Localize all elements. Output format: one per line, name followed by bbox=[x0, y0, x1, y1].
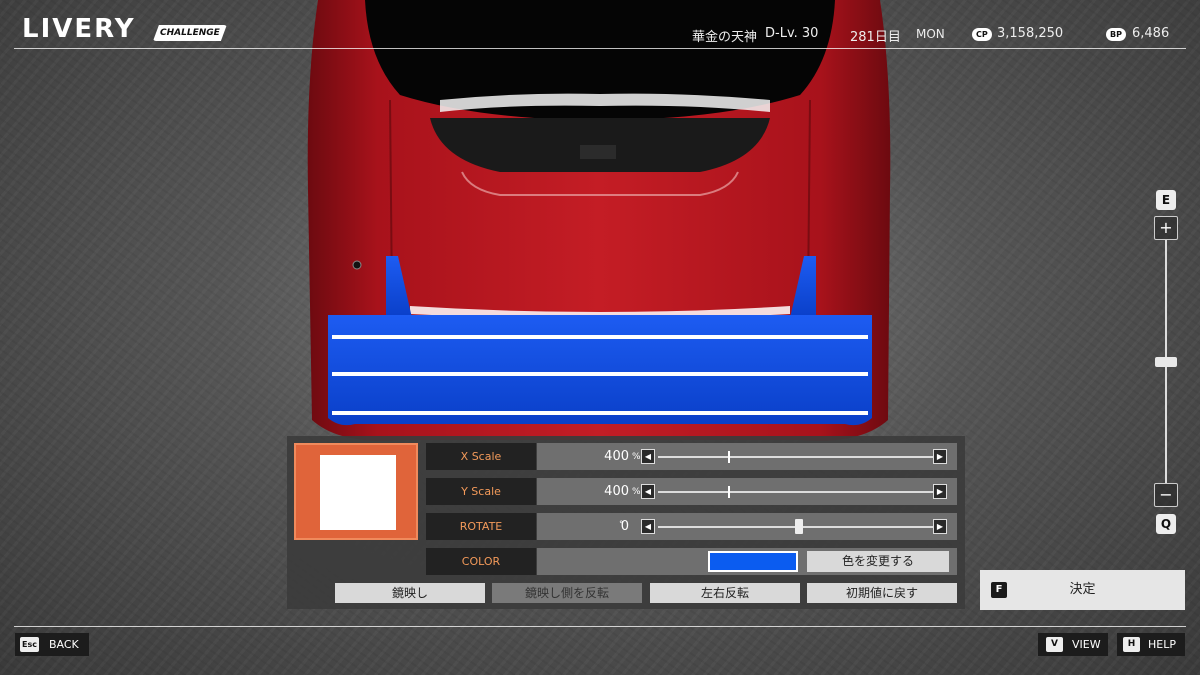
color-label: COLOR bbox=[426, 548, 536, 575]
zoom-thumb[interactable] bbox=[1155, 356, 1177, 367]
view-key: V bbox=[1046, 637, 1063, 652]
x-scale-slider[interactable]: 400 % ◀ ▶ bbox=[537, 443, 957, 470]
player-name: 華金の天神 bbox=[692, 30, 758, 45]
zoom-in-key: E bbox=[1156, 190, 1176, 210]
mirror-button[interactable]: 鏡映し bbox=[335, 583, 485, 603]
x-scale-track[interactable] bbox=[658, 456, 939, 458]
car-preview[interactable] bbox=[0, 0, 1200, 460]
y-scale-track[interactable] bbox=[658, 491, 939, 493]
decal-editor-panel: X Scale 400 % ◀ ▶ Y Scale 400 % ◀ ▶ ROTA… bbox=[287, 436, 965, 609]
reset-defaults-button[interactable]: 初期値に戻す bbox=[807, 583, 957, 603]
driver-level: D-Lv. 30 bbox=[765, 26, 819, 41]
help-button[interactable]: H HELP bbox=[1117, 633, 1185, 656]
day-counter: 281日目 bbox=[850, 30, 901, 45]
zoom-out-button[interactable]: − bbox=[1154, 483, 1178, 507]
bp-value: 6,486 bbox=[1132, 26, 1170, 41]
help-key: H bbox=[1123, 637, 1140, 652]
decal-shape bbox=[320, 455, 396, 530]
change-color-button[interactable]: 色を変更する bbox=[807, 551, 949, 572]
top-bar: LIVERY CHALLENGE 華金の天神 D-Lv. 30 281日目 MO… bbox=[0, 0, 1200, 50]
page-title: LIVERY bbox=[22, 14, 136, 44]
x-scale-increase-icon[interactable]: ▶ bbox=[933, 449, 947, 464]
rotate-slider[interactable]: 0 ° ◀ ▶ bbox=[537, 513, 957, 540]
cp-value: 3,158,250 bbox=[997, 26, 1064, 41]
weekday: MON bbox=[916, 27, 945, 41]
y-scale-default-marker bbox=[728, 486, 731, 498]
x-scale-unit: % bbox=[632, 452, 641, 462]
y-scale-increase-icon[interactable]: ▶ bbox=[933, 484, 947, 499]
current-color-chip[interactable] bbox=[708, 551, 798, 572]
confirm-label: 決定 bbox=[1069, 582, 1096, 597]
zoom-out-key: Q bbox=[1156, 514, 1176, 534]
rotate-label: ROTATE bbox=[426, 513, 536, 540]
decal-preview[interactable] bbox=[294, 443, 418, 540]
x-scale-default-marker bbox=[728, 451, 731, 463]
rear-wing bbox=[328, 315, 872, 426]
footer-divider bbox=[14, 626, 1186, 627]
color-row: 色を変更する bbox=[537, 548, 957, 575]
rotate-handle[interactable] bbox=[794, 519, 803, 534]
y-scale-decrease-icon[interactable]: ◀ bbox=[641, 484, 655, 499]
back-label: BACK bbox=[49, 638, 79, 651]
rotate-increase-icon[interactable]: ▶ bbox=[933, 519, 947, 534]
y-scale-unit: % bbox=[632, 487, 641, 497]
y-scale-slider[interactable]: 400 % ◀ ▶ bbox=[537, 478, 957, 505]
view-label: VIEW bbox=[1072, 638, 1101, 651]
help-label: HELP bbox=[1148, 638, 1176, 651]
flip-horizontal-button[interactable]: 左右反転 bbox=[650, 583, 800, 603]
header-divider bbox=[14, 48, 1186, 49]
view-button[interactable]: V VIEW bbox=[1038, 633, 1108, 656]
x-scale-label: X Scale bbox=[426, 443, 536, 470]
flip-mirror-side-button[interactable]: 鏡映し側を反転 bbox=[492, 583, 642, 603]
y-scale-value: 400 bbox=[604, 484, 629, 499]
cp-icon: CP bbox=[972, 28, 992, 41]
confirm-button[interactable]: F 決定 bbox=[980, 570, 1185, 610]
zoom-in-button[interactable]: + bbox=[1154, 216, 1178, 240]
y-scale-label: Y Scale bbox=[426, 478, 536, 505]
back-button[interactable]: Esc BACK bbox=[15, 633, 89, 656]
mode-badge: CHALLENGE bbox=[153, 25, 227, 41]
back-key: Esc bbox=[20, 637, 39, 652]
x-scale-value: 400 bbox=[604, 449, 629, 464]
bp-icon: BP bbox=[1106, 28, 1126, 41]
rotate-unit: ° bbox=[619, 520, 624, 530]
rotate-decrease-icon[interactable]: ◀ bbox=[641, 519, 655, 534]
x-scale-decrease-icon[interactable]: ◀ bbox=[641, 449, 655, 464]
